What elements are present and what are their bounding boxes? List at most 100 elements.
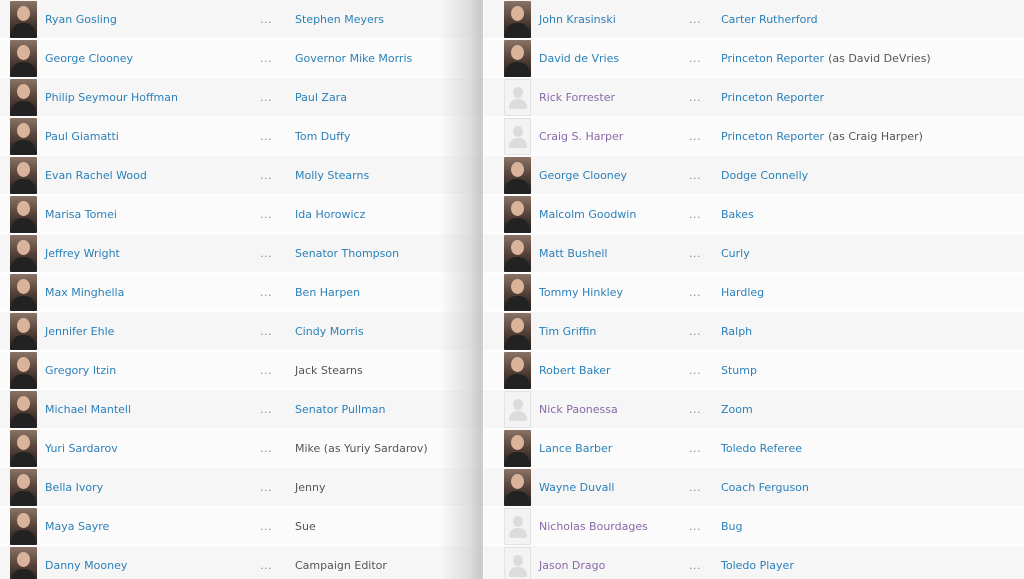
character-link[interactable]: Toledo Referee bbox=[721, 442, 802, 455]
character-link[interactable]: Dodge Connelly bbox=[721, 169, 808, 182]
actor-name-link[interactable]: Robert Baker bbox=[539, 364, 689, 377]
actor-photo[interactable] bbox=[504, 234, 531, 272]
actor-photo[interactable] bbox=[10, 0, 37, 38]
actor-name-link[interactable]: Marisa Tomei bbox=[45, 208, 260, 221]
actor-photo[interactable] bbox=[10, 468, 37, 506]
no-photo-placeholder-icon[interactable] bbox=[504, 546, 531, 579]
character-link[interactable]: Toledo Player bbox=[721, 559, 794, 572]
separator-dots: ... bbox=[260, 12, 272, 26]
actor-photo[interactable] bbox=[504, 312, 531, 350]
character-link[interactable]: Ben Harpen bbox=[295, 286, 360, 299]
character-link[interactable]: Governor Mike Morris bbox=[295, 52, 412, 65]
actor-photo[interactable] bbox=[10, 546, 37, 579]
character-name: Jenny bbox=[295, 480, 326, 494]
actor-photo[interactable] bbox=[504, 0, 531, 38]
actor-photo[interactable] bbox=[10, 117, 37, 155]
actor-name-link[interactable]: George Clooney bbox=[45, 52, 260, 65]
actor-name-link[interactable]: Craig S. Harper bbox=[539, 130, 689, 143]
character-link[interactable]: Ralph bbox=[721, 325, 752, 338]
character-link[interactable]: Carter Rutherford bbox=[721, 13, 818, 26]
actor-photo[interactable] bbox=[504, 273, 531, 311]
character-link[interactable]: Stephen Meyers bbox=[295, 13, 384, 26]
character-link[interactable]: Senator Thompson bbox=[295, 247, 399, 260]
cast-row: Jason Drago... Toledo Player bbox=[483, 546, 1024, 579]
actor-photo[interactable] bbox=[10, 195, 37, 233]
actor-photo[interactable] bbox=[504, 39, 531, 77]
character-link[interactable]: Princeton Reporter bbox=[721, 91, 824, 104]
actor-name-link[interactable]: Nick Paonessa bbox=[539, 403, 689, 416]
separator-dots: ... bbox=[260, 129, 272, 143]
actor-name-link[interactable]: Ryan Gosling bbox=[45, 13, 260, 26]
character-link[interactable]: Zoom bbox=[721, 403, 753, 416]
separator-dots: ... bbox=[689, 324, 701, 338]
character-link[interactable]: Hardleg bbox=[721, 286, 764, 299]
character-link[interactable]: Molly Stearns bbox=[295, 169, 369, 182]
separator-dots: ... bbox=[260, 441, 272, 455]
no-photo-placeholder-icon[interactable] bbox=[504, 507, 531, 545]
actor-name-link[interactable]: Max Minghella bbox=[45, 286, 260, 299]
actor-photo[interactable] bbox=[10, 156, 37, 194]
actor-photo[interactable] bbox=[10, 273, 37, 311]
actor-photo[interactable] bbox=[504, 468, 531, 506]
cast-row: Max Minghella... Ben Harpen bbox=[0, 273, 482, 312]
actor-photo[interactable] bbox=[10, 351, 37, 389]
actor-photo[interactable] bbox=[10, 390, 37, 428]
actor-photo[interactable] bbox=[504, 195, 531, 233]
character-link[interactable]: Ida Horowicz bbox=[295, 208, 365, 221]
no-photo-placeholder-icon[interactable] bbox=[504, 390, 531, 428]
character-link[interactable]: Bakes bbox=[721, 208, 754, 221]
actor-photo[interactable] bbox=[10, 507, 37, 545]
character-link[interactable]: Tom Duffy bbox=[295, 130, 350, 143]
actor-name-link[interactable]: Bella Ivory bbox=[45, 481, 260, 494]
actor-name-link[interactable]: Paul Giamatti bbox=[45, 130, 260, 143]
actor-name-link[interactable]: Jeffrey Wright bbox=[45, 247, 260, 260]
no-photo-placeholder-icon[interactable] bbox=[504, 117, 531, 155]
actor-name-link[interactable]: David de Vries bbox=[539, 52, 689, 65]
actor-name-link[interactable]: Tim Griffin bbox=[539, 325, 689, 338]
actor-photo[interactable] bbox=[504, 429, 531, 467]
no-photo-placeholder-icon[interactable] bbox=[504, 78, 531, 116]
actor-name-link[interactable]: Lance Barber bbox=[539, 442, 689, 455]
actor-photo[interactable] bbox=[10, 78, 37, 116]
character-name: Campaign Editor bbox=[295, 558, 387, 572]
character-link[interactable]: Coach Ferguson bbox=[721, 481, 809, 494]
character-link[interactable]: Senator Pullman bbox=[295, 403, 385, 416]
character-link[interactable]: Bug bbox=[721, 520, 743, 533]
actor-name-link[interactable]: George Clooney bbox=[539, 169, 689, 182]
character-link[interactable]: Stump bbox=[721, 364, 757, 377]
cast-table-right: John Krasinski... Carter Rutherford David … bbox=[483, 0, 1024, 579]
actor-name-link[interactable]: Rick Forrester bbox=[539, 91, 689, 104]
character-link[interactable]: Curly bbox=[721, 247, 750, 260]
actor-photo[interactable] bbox=[504, 156, 531, 194]
character-link[interactable]: Paul Zara bbox=[295, 91, 347, 104]
actor-name-link[interactable]: John Krasinski bbox=[539, 13, 689, 26]
actor-photo[interactable] bbox=[10, 312, 37, 350]
actor-name-link[interactable]: Jennifer Ehle bbox=[45, 325, 260, 338]
actor-name-link[interactable]: Michael Mantell bbox=[45, 403, 260, 416]
actor-name-link[interactable]: Wayne Duvall bbox=[539, 481, 689, 494]
character-link[interactable]: Cindy Morris bbox=[295, 325, 364, 338]
actor-name-link[interactable]: Evan Rachel Wood bbox=[45, 169, 260, 182]
actor-name-link[interactable]: Maya Sayre bbox=[45, 520, 260, 533]
cast-row: Paul Giamatti... Tom Duffy bbox=[0, 117, 482, 156]
actor-name-link[interactable]: Malcolm Goodwin bbox=[539, 208, 689, 221]
actor-name-link[interactable]: Jason Drago bbox=[539, 559, 689, 572]
cast-row: Philip Seymour Hoffman... Paul Zara bbox=[0, 78, 482, 117]
actor-name-link[interactable]: Danny Mooney bbox=[45, 559, 260, 572]
separator-dots: ... bbox=[689, 51, 701, 65]
actor-photo[interactable] bbox=[10, 429, 37, 467]
actor-name-link[interactable]: Gregory Itzin bbox=[45, 364, 260, 377]
actor-name-link[interactable]: Matt Bushell bbox=[539, 247, 689, 260]
character-name: Mike (as Yuriy Sardarov) bbox=[295, 441, 428, 455]
actor-photo[interactable] bbox=[504, 351, 531, 389]
character-link[interactable]: Princeton Reporter bbox=[721, 130, 824, 143]
actor-photo[interactable] bbox=[10, 234, 37, 272]
actor-name-link[interactable]: Philip Seymour Hoffman bbox=[45, 91, 260, 104]
separator-dots: ... bbox=[689, 12, 701, 26]
actor-photo[interactable] bbox=[10, 39, 37, 77]
character-link[interactable]: Princeton Reporter bbox=[721, 52, 824, 65]
actor-name-link[interactable]: Nicholas Bourdages bbox=[539, 520, 689, 533]
actor-name-link[interactable]: Yuri Sardarov bbox=[45, 442, 260, 455]
actor-name-link[interactable]: Tommy Hinkley bbox=[539, 286, 689, 299]
separator-dots: ... bbox=[689, 441, 701, 455]
